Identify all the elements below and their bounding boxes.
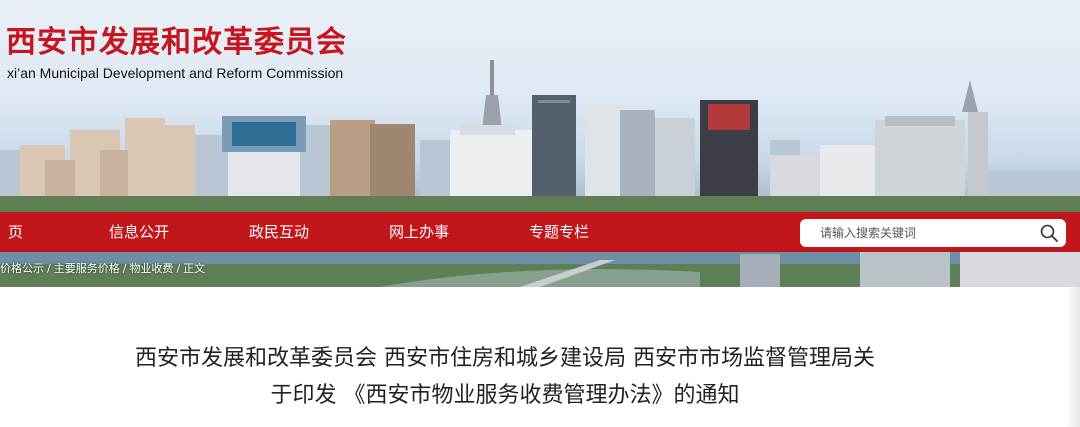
breadcrumb: 价格公示 / 主要服务价格 / 物业收费 / 正文 [0,262,205,276]
nav-item-home[interactable]: 页 [8,212,23,252]
breadcrumb-separator: / [176,262,181,275]
article-title: 西安市发展和改革委员会 西安市住房和城乡建设局 西安市市场监督管理局关 于印发 … [0,340,1010,414]
breadcrumb-separator: / [122,262,127,275]
breadcrumb-item-current: 正文 [183,262,206,275]
breadcrumb-item-price-notice[interactable]: 价格公示 [0,262,44,275]
nav-item-public-interaction[interactable]: 政民互动 [249,212,309,252]
search-input[interactable] [820,223,1030,243]
site-title: 西安市发展和改革委员会 [6,25,347,60]
content-edge-shadow [1066,287,1080,427]
article-title-line-2: 于印发 《西安市物业服务收费管理办法》的通知 [270,383,740,408]
article-title-line-1: 西安市发展和改革委员会 西安市住房和城乡建设局 西安市市场监督管理局关 [135,346,875,371]
nav-item-special-topics[interactable]: 专题专栏 [529,212,589,252]
search-box [800,219,1066,247]
search-icon[interactable] [1038,222,1060,244]
breadcrumb-item-property-fees[interactable]: 物业收费 [129,262,173,275]
site-subtitle: xi’an Municipal Development and Reform C… [7,65,344,81]
nav-item-info-disclosure[interactable]: 信息公开 [109,212,169,252]
breadcrumb-separator: / [47,262,51,275]
breadcrumb-item-main-service-prices[interactable]: 主要服务价格 [54,262,120,275]
nav-item-online-services[interactable]: 网上办事 [389,212,449,252]
header-banner: 西安市发展和改革委员会 xi’an Municipal Development … [0,0,1080,212]
